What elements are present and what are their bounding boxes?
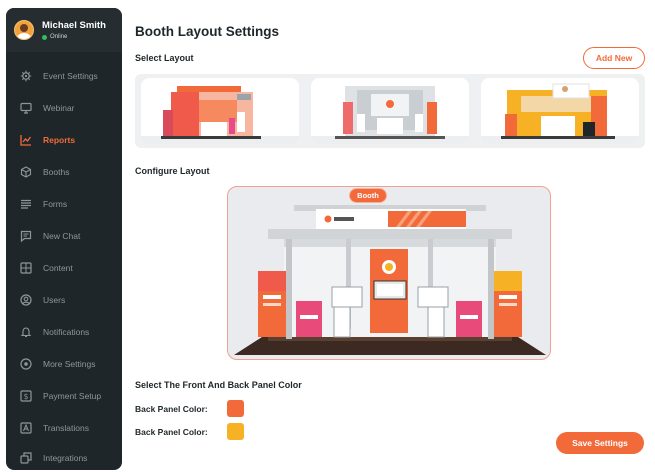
- page-title: Booth Layout Settings: [135, 24, 279, 39]
- panel-color-row: Back Panel Color:: [135, 400, 244, 417]
- panel-color-row: Back Panel Color:: [135, 423, 244, 440]
- layout-option-2[interactable]: [311, 78, 469, 144]
- sidebar-item-webinar[interactable]: Webinar: [6, 98, 122, 118]
- save-settings-button[interactable]: Save Settings: [556, 432, 644, 454]
- sidebar: Michael Smith Online Event Settings Webi…: [6, 8, 122, 470]
- profile-info: Michael Smith Online: [42, 20, 106, 40]
- svg-text:$: $: [24, 392, 29, 401]
- sidebar-item-label: New Chat: [43, 231, 81, 241]
- sidebar-item-label: Forms: [43, 199, 68, 209]
- profile-card[interactable]: Michael Smith Online: [6, 8, 122, 52]
- sidebar-item-event-settings[interactable]: Event Settings: [6, 66, 122, 86]
- layout-option-3[interactable]: [481, 78, 639, 144]
- sidebar-item-more-settings[interactable]: More Settings: [6, 354, 122, 374]
- sidebar-item-reports[interactable]: Reports: [6, 130, 122, 150]
- sidebar-item-integrations[interactable]: Integrations: [6, 448, 122, 468]
- sidebar-item-label: Booths: [43, 167, 70, 177]
- chart-icon: [20, 134, 32, 146]
- sidebar-item-new-chat[interactable]: New Chat: [6, 226, 122, 246]
- profile-status: Online: [42, 34, 106, 40]
- panel-color-heading: Select The Front And Back Panel Color: [135, 380, 302, 390]
- dollar-icon: $: [20, 390, 32, 402]
- panel-color-label: Back Panel Color:: [135, 426, 208, 437]
- sidebar-item-users[interactable]: Users: [6, 290, 122, 310]
- booth-preview[interactable]: Booth: [227, 186, 551, 360]
- booth-layout-3-illustration: [481, 83, 639, 144]
- booth-illustration: [234, 205, 546, 355]
- add-new-button[interactable]: Add New: [583, 47, 645, 69]
- configure-layout-heading: Configure Layout: [135, 166, 210, 176]
- monitor-icon: [20, 102, 32, 114]
- main-content: Booth Layout Settings Select Layout Add …: [135, 0, 655, 472]
- sidebar-item-label: More Settings: [43, 359, 96, 369]
- color-swatch[interactable]: [227, 400, 244, 417]
- sidebar-item-label: Reports: [43, 135, 76, 145]
- sidebar-item-label: Notifications: [43, 327, 90, 337]
- chat-icon: [20, 230, 32, 242]
- sidebar-item-label: Users: [43, 295, 66, 305]
- sidebar-item-label: Event Settings: [43, 71, 98, 81]
- gear-icon: [20, 70, 32, 82]
- color-swatch[interactable]: [227, 423, 244, 440]
- sidebar-item-forms[interactable]: Forms: [6, 194, 122, 214]
- booth-layout-1-illustration: [141, 86, 299, 144]
- profile-name: Michael Smith: [42, 20, 106, 31]
- user-icon: [20, 294, 32, 306]
- sidebar-item-label: Content: [43, 263, 73, 273]
- select-layout-heading: Select Layout: [135, 53, 194, 63]
- sidebar-item-label: Integrations: [43, 453, 88, 463]
- sidebar-item-booths[interactable]: Booths: [6, 162, 122, 182]
- booth-tag: Booth: [349, 188, 387, 203]
- sidebar-item-content[interactable]: Content: [6, 258, 122, 278]
- image-icon: [20, 262, 32, 274]
- sidebar-item-translations[interactable]: Translations: [6, 418, 122, 438]
- avatar: [14, 20, 34, 40]
- sidebar-item-label: Webinar: [43, 103, 75, 113]
- translate-icon: [20, 422, 32, 434]
- sidebar-item-label: Translations: [43, 423, 89, 433]
- sidebar-item-label: Payment Setup: [43, 391, 102, 401]
- bell-icon: [20, 326, 32, 338]
- sidebar-item-notifications[interactable]: Notifications: [6, 322, 122, 342]
- online-status-dot: [42, 34, 47, 40]
- layout-options: [135, 74, 645, 148]
- layout-option-1[interactable]: [141, 78, 299, 144]
- integrations-icon: [20, 452, 32, 464]
- panel-color-label: Back Panel Color:: [135, 403, 208, 414]
- settings-circle-icon: [20, 358, 32, 370]
- cube-icon: [20, 166, 32, 178]
- profile-status-text: Online: [50, 34, 68, 40]
- booth-layout-2-illustration: [311, 86, 469, 144]
- list-icon: [20, 198, 32, 210]
- sidebar-item-payment-setup[interactable]: $ Payment Setup: [6, 386, 122, 406]
